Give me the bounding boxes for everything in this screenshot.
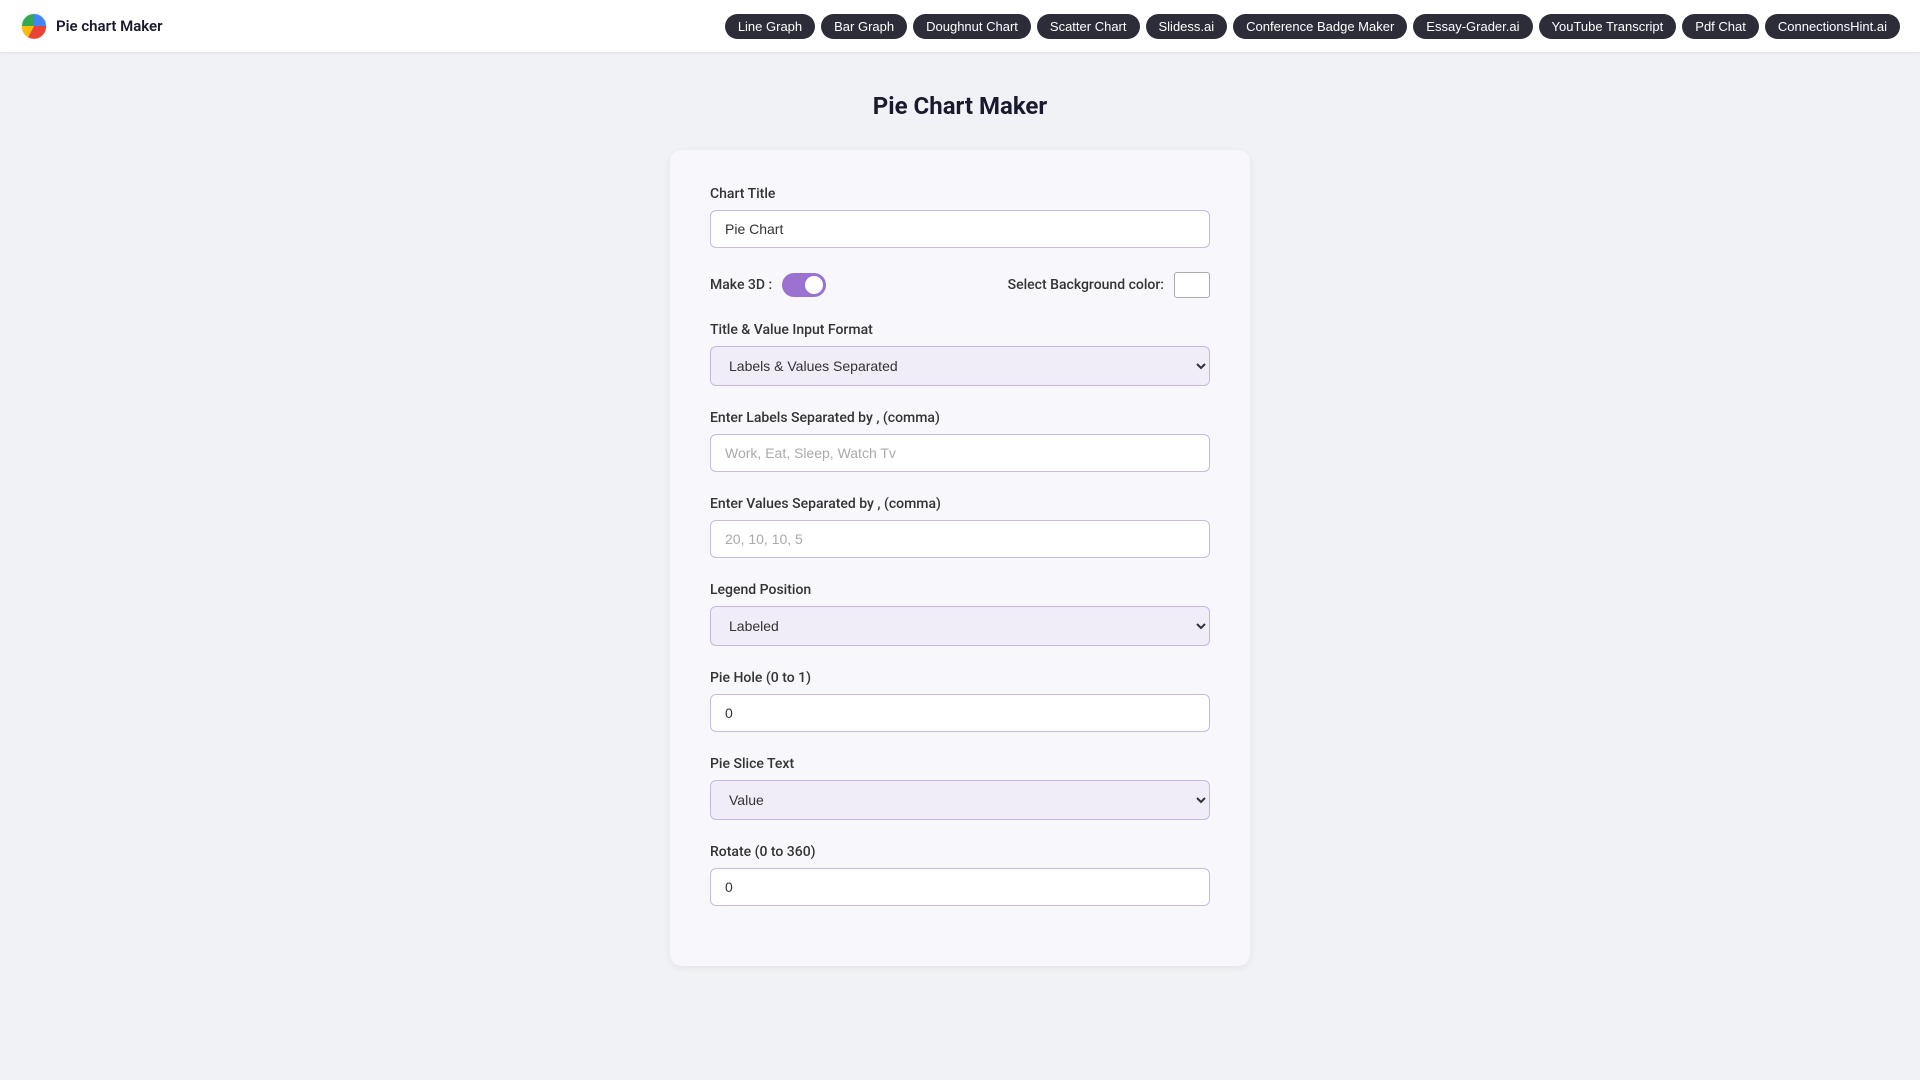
input-format-select[interactable]: Labels & Values Separated Combined Forma… — [710, 346, 1210, 386]
nav-slidess[interactable]: Slidess.ai — [1146, 14, 1228, 39]
pie-hole-input[interactable] — [710, 694, 1210, 732]
values-label: Enter Values Separated by , (comma) — [710, 496, 1210, 512]
nav-doughnut-chart[interactable]: Doughnut Chart — [913, 14, 1031, 39]
nav-pdf-chat[interactable]: Pdf Chat — [1682, 14, 1759, 39]
rotate-group: Rotate (0 to 360) — [710, 844, 1210, 906]
header: Pie chart Maker Line Graph Bar Graph Dou… — [0, 0, 1920, 52]
nav-youtube-transcript[interactable]: YouTube Transcript — [1539, 14, 1677, 39]
legend-position-group: Legend Position Labeled Top Bottom Left … — [710, 582, 1210, 646]
pie-slice-text-select[interactable]: Value Percentage Label None — [710, 780, 1210, 820]
nav-line-graph[interactable]: Line Graph — [725, 14, 815, 39]
chart-title-input[interactable] — [710, 210, 1210, 248]
logo-text: Pie chart Maker — [56, 17, 163, 35]
nav-essay-grader[interactable]: Essay-Grader.ai — [1413, 14, 1532, 39]
rotate-label: Rotate (0 to 360) — [710, 844, 1210, 860]
nav-connections-hint[interactable]: ConnectionsHint.ai — [1765, 14, 1900, 39]
bg-color-label: Select Background color: — [1008, 277, 1164, 293]
labels-group: Enter Labels Separated by , (comma) — [710, 410, 1210, 472]
pie-hole-label: Pie Hole (0 to 1) — [710, 670, 1210, 686]
pie-slice-text-label: Pie Slice Text — [710, 756, 1210, 772]
chart-title-label: Chart Title — [710, 186, 1210, 202]
nav-scatter-chart[interactable]: Scatter Chart — [1037, 14, 1140, 39]
chart-title-group: Chart Title — [710, 186, 1210, 248]
labels-input[interactable] — [710, 434, 1210, 472]
content-wrapper: Pie Chart Maker Chart Title Make 3D : — [360, 92, 1560, 966]
page-title: Pie Chart Maker — [360, 92, 1560, 120]
logo-icon — [20, 12, 48, 40]
input-format-label: Title & Value Input Format — [710, 322, 1210, 338]
toggle-slider — [782, 273, 826, 297]
form-card: Chart Title Make 3D : Select Background … — [670, 150, 1250, 966]
options-row: Make 3D : Select Background color: — [710, 272, 1210, 298]
nav-bar-graph[interactable]: Bar Graph — [821, 14, 907, 39]
make3d-label: Make 3D : — [710, 277, 772, 293]
rotate-input[interactable] — [710, 868, 1210, 906]
input-format-group: Title & Value Input Format Labels & Valu… — [710, 322, 1210, 386]
legend-position-label: Legend Position — [710, 582, 1210, 598]
values-input[interactable] — [710, 520, 1210, 558]
bg-color-swatch[interactable] — [1174, 272, 1210, 298]
make3d-toggle[interactable] — [782, 273, 826, 297]
logo-area: Pie chart Maker — [20, 12, 163, 40]
pie-hole-group: Pie Hole (0 to 1) — [710, 670, 1210, 732]
values-group: Enter Values Separated by , (comma) — [710, 496, 1210, 558]
nav-links: Line Graph Bar Graph Doughnut Chart Scat… — [725, 14, 1900, 39]
nav-conference-badge[interactable]: Conference Badge Maker — [1233, 14, 1407, 39]
main-content: Pie Chart Maker Chart Title Make 3D : — [0, 52, 1920, 1026]
make3d-area: Make 3D : — [710, 273, 826, 297]
labels-label: Enter Labels Separated by , (comma) — [710, 410, 1210, 426]
legend-position-select[interactable]: Labeled Top Bottom Left Right None — [710, 606, 1210, 646]
pie-slice-text-group: Pie Slice Text Value Percentage Label No… — [710, 756, 1210, 820]
bg-color-area: Select Background color: — [1008, 272, 1210, 298]
